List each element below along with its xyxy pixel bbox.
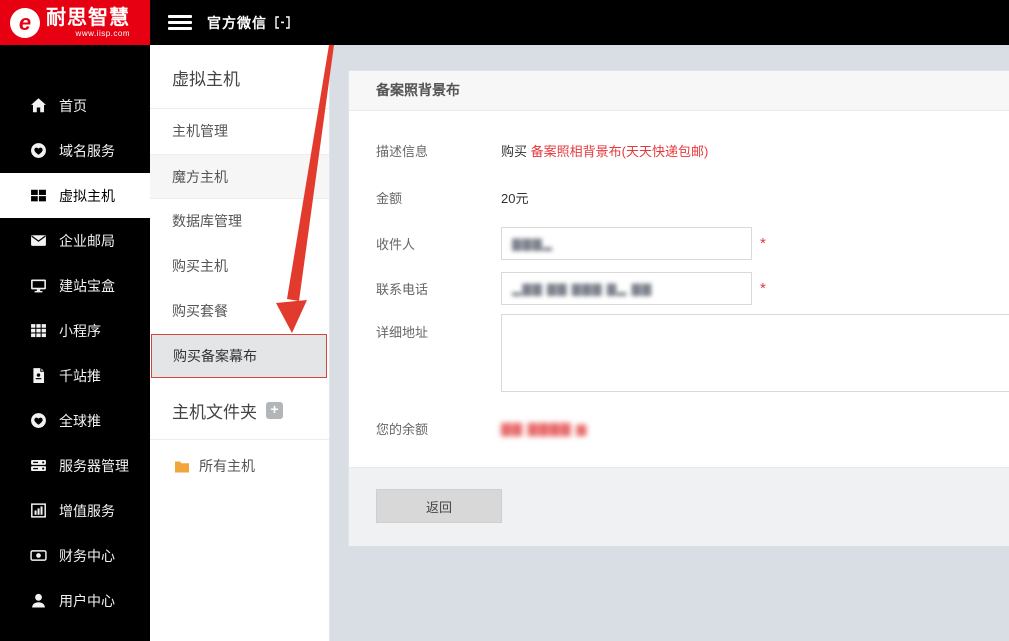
address-textarea[interactable] [501,314,1009,392]
submenu-item-buy-icp-backdrop[interactable]: 购买备案幕布 [151,334,327,378]
secondary-sidebar: 虚拟主机 主机管理 魔方主机 数据库管理 购买主机 购买套餐 购买备案幕布 主机… [150,45,330,641]
backdrop-purchase-panel: 备案照背景布 描述信息 购买 备案照相背景布(天天快递包邮) 金额 20元 收件… [348,70,1009,546]
chart-icon [30,502,47,519]
sidebar-item-label: 增值服务 [59,502,115,519]
sidebar-item-website-builder[interactable]: 建站宝盒 [0,263,150,308]
brand-logo[interactable]: e 耐思智慧 www.iisp.com [0,0,150,45]
phone-input[interactable]: ▂▇▇ ▇▇ ▇▇▇ ▇▂ ▇▇ [501,272,752,305]
sidebar-item-enterprise-mail[interactable]: 企业邮局 [0,218,150,263]
sidebar-item-label: 小程序 [59,322,101,339]
top-bar: 官方微信 [150,0,1009,45]
hamburger-menu-icon[interactable] [168,12,192,33]
sidebar-item-mini-program[interactable]: 小程序 [0,308,150,353]
sidebar-item-label: 用户中心 [59,592,115,609]
balance-masked-value: ▇▇ ▇▇▇▇ ▆ [501,420,588,436]
home-icon [30,97,47,114]
envelope-icon [30,232,47,249]
amount-row: 金额 20元 [376,188,1009,207]
recipient-label: 收件人 [376,237,416,252]
sidebar-item-label: 服务器管理 [59,457,129,474]
phone-row: 联系电话 ▂▇▇ ▇▇ ▇▇▇ ▇▂ ▇▇ * [376,272,1009,305]
sidebar-item-virtual-hosting[interactable]: 虚拟主机 [0,173,150,218]
submenu-item-host-management[interactable]: 主机管理 [150,109,329,154]
submenu-item-database-management[interactable]: 数据库管理 [150,199,329,244]
phone-masked-value: ▂▇▇ ▇▇ ▇▇▇ ▇▂ ▇▇ [512,281,653,296]
add-folder-button[interactable]: + [266,402,283,419]
submenu-item-buy-host[interactable]: 购买主机 [150,244,329,289]
required-asterisk: * [760,279,766,297]
file-icon [30,367,47,384]
submenu-title: 虚拟主机 [150,45,329,109]
panel-title: 备案照背景布 [349,71,1009,111]
sidebar-item-quanqiutui[interactable]: 全球推 [0,398,150,443]
sidebar-item-label: 虚拟主机 [59,187,115,204]
sidebar-item-finance-center[interactable]: 财务中心 [0,533,150,578]
sidebar-item-home[interactable]: 首页 [0,83,150,128]
sidebar-item-label: 建站宝盒 [59,277,115,294]
panel-footer: 返回 [349,467,1009,546]
sidebar-item-domain-services[interactable]: 域名服务 [0,128,150,173]
all-hosts-label: 所有主机 [199,458,255,474]
sidebar-item-server-management[interactable]: 服务器管理 [0,443,150,488]
phone-label: 联系电话 [376,282,429,297]
sidebar-item-label: 财务中心 [59,547,115,564]
description-row: 描述信息 购买 备案照相背景布(天天快递包邮) [376,141,1009,160]
sidebar-item-label: 首页 [59,97,87,114]
amount-label: 金额 [376,191,403,206]
folder-icon [175,461,189,472]
sidebar-item-label: 全球推 [59,412,101,429]
submenu-item-cube-host[interactable]: 魔方主机 [150,154,329,199]
address-row: 详细地址 [376,314,1009,392]
heart-globe-icon [30,412,47,429]
heart-globe-icon [30,142,47,159]
back-button[interactable]: 返回 [376,489,502,523]
server-icon [30,457,47,474]
balance-row: 您的余额 ▇▇ ▇▇▇▇ ▆ [376,419,1009,438]
all-hosts-item[interactable]: 所有主机 [150,440,329,476]
recipient-masked-value: ▇▇▇▂ [512,236,553,251]
balance-label: 您的余额 [376,422,429,437]
user-icon [30,592,47,609]
official-wechat-link[interactable]: 官方微信 [207,13,267,33]
recipient-input[interactable]: ▇▇▇▂ [501,227,752,260]
grid-icon [30,322,47,339]
submenu-item-buy-package[interactable]: 购买套餐 [150,289,329,334]
brand-url: www.iisp.com [75,28,130,38]
description-label: 描述信息 [376,144,429,159]
brand-name: 耐思智慧 [46,6,130,29]
brand-logo-icon: e [10,7,40,38]
sidebar-item-user-center[interactable]: 用户中心 [0,578,150,623]
description-prefix: 购买 [501,144,531,159]
sidebar-item-qianzhantui[interactable]: 千站推 [0,353,150,398]
primary-sidebar: e 耐思智慧 www.iisp.com 首页 域名服务 虚拟主机 企业邮局 建站… [0,0,150,641]
address-label: 详细地址 [376,325,429,340]
sidebar-item-label: 千站推 [59,367,101,384]
recipient-row: 收件人 ▇▇▇▂ * [376,227,1009,260]
money-icon [30,547,47,564]
required-asterisk: * [760,234,766,252]
host-folder-title: 主机文件夹 [172,403,257,422]
sidebar-item-value-added-services[interactable]: 增值服务 [0,488,150,533]
amount-value: 20元 [501,191,529,206]
windows-icon [30,187,47,204]
description-highlight: 备案照相背景布(天天快递包邮) [530,144,709,159]
expand-icon[interactable] [275,16,290,29]
sidebar-item-label: 企业邮局 [59,232,115,249]
sidebar-item-label: 域名服务 [59,142,115,159]
desktop-icon [30,277,47,294]
main-content: 备案照背景布 描述信息 购买 备案照相背景布(天天快递包邮) 金额 20元 收件… [330,45,1009,641]
primary-nav: 首页 域名服务 虚拟主机 企业邮局 建站宝盒 小程序 千站推 全球推 服务器管理… [0,45,150,623]
